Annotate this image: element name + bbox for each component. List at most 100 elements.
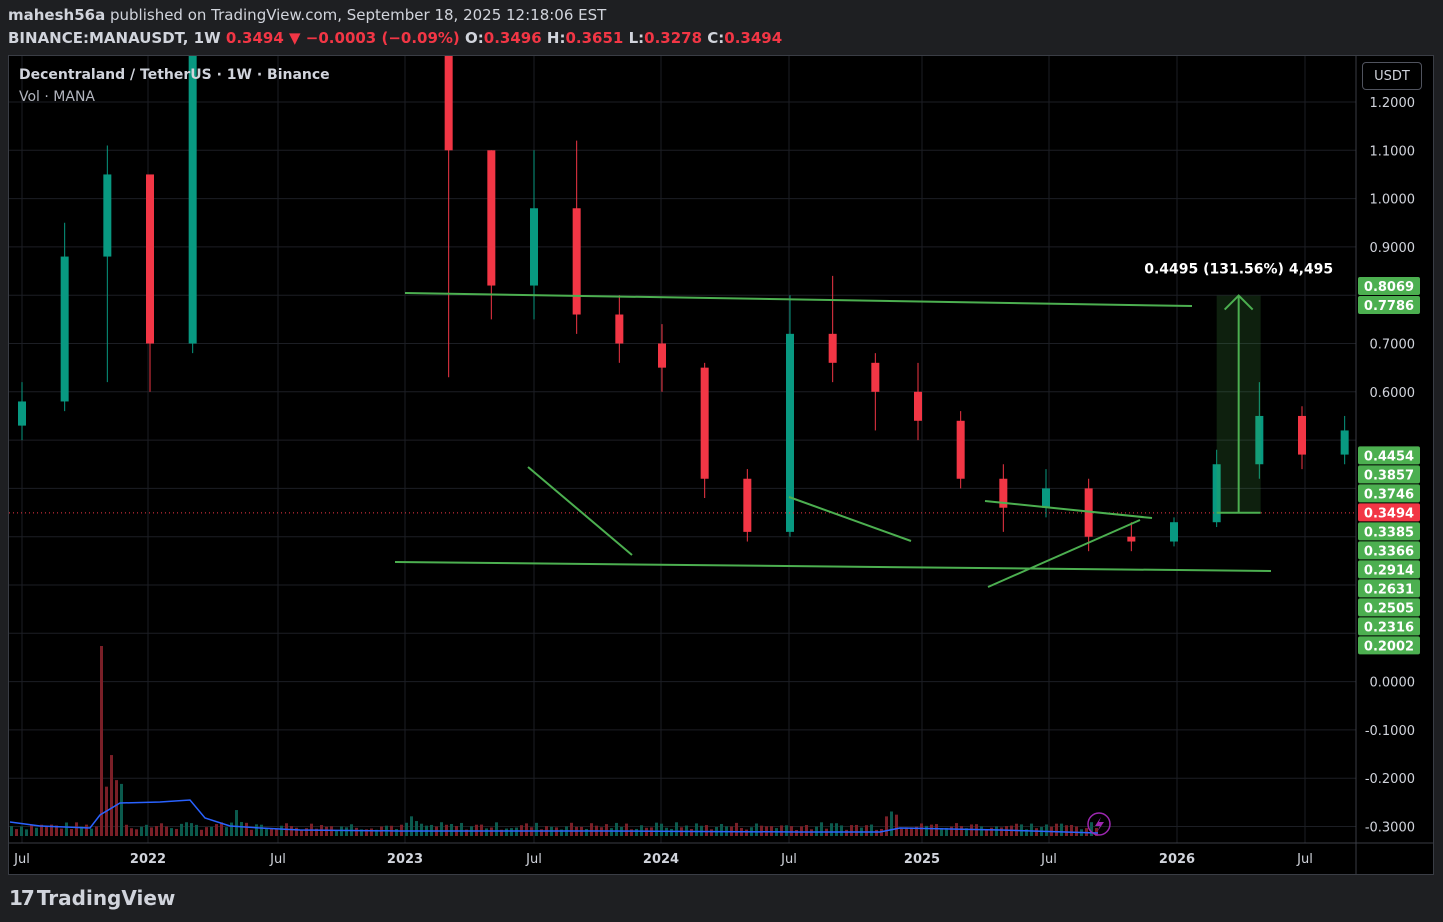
volume-bar bbox=[230, 822, 233, 836]
volume-bar bbox=[115, 780, 118, 836]
volume-bar bbox=[585, 828, 588, 836]
volume-bar bbox=[25, 829, 28, 836]
volume-bar bbox=[960, 826, 963, 836]
volume-bar bbox=[800, 826, 803, 836]
wedge-trendline-2 bbox=[788, 496, 912, 542]
grid-lines bbox=[9, 56, 1356, 843]
volume-bar bbox=[670, 828, 673, 836]
volume-bar bbox=[805, 825, 808, 836]
volume-bar bbox=[65, 822, 68, 836]
volume-bar bbox=[290, 826, 293, 836]
volume-bar bbox=[925, 825, 928, 836]
volume-bar bbox=[1005, 826, 1008, 836]
volume-bar bbox=[225, 827, 228, 836]
price-tick-label: -0.1000 bbox=[1365, 724, 1415, 739]
price-chart[interactable]: 0.4495 (131.56%) 4,4950.4401 (130.00%) 4… bbox=[0, 0, 1443, 922]
price-tag-label: 0.2316 bbox=[1364, 620, 1414, 635]
volume-bar bbox=[180, 823, 183, 836]
volume-bar bbox=[20, 826, 23, 836]
volume-bar bbox=[45, 826, 48, 836]
candle-body bbox=[1340, 430, 1349, 455]
candle-body bbox=[18, 401, 26, 426]
volume-bar bbox=[210, 826, 213, 836]
volume-bar bbox=[90, 828, 93, 836]
volume-bar bbox=[495, 822, 498, 836]
volume-bar bbox=[835, 823, 838, 836]
volume-bar bbox=[605, 824, 608, 836]
volume-bar bbox=[135, 829, 138, 836]
candle-body bbox=[60, 256, 69, 402]
tradingview-logo[interactable]: 17 TradingView bbox=[9, 886, 175, 910]
volume-bar bbox=[170, 828, 173, 836]
volume-ma-line bbox=[9, 799, 1099, 834]
volume-bar bbox=[175, 828, 178, 836]
volume-bar bbox=[820, 822, 823, 836]
currency-button[interactable]: USDT bbox=[1362, 62, 1422, 90]
volume-bar bbox=[85, 824, 88, 836]
price-tag-label: 0.3746 bbox=[1364, 487, 1414, 502]
time-tick-label: 2023 bbox=[387, 852, 423, 867]
volume-bar bbox=[125, 824, 128, 836]
volume-legend[interactable]: Vol · MANA bbox=[19, 89, 95, 105]
brand-name: TradingView bbox=[36, 886, 176, 910]
candle-body bbox=[700, 367, 709, 479]
volume-bar bbox=[295, 827, 298, 836]
volume-bar bbox=[885, 816, 888, 836]
volume-bar bbox=[515, 827, 518, 836]
volume-bar bbox=[195, 824, 198, 836]
volume-bar bbox=[60, 828, 63, 836]
price-tick-label: -0.3000 bbox=[1365, 821, 1415, 836]
volume-bar bbox=[1065, 825, 1068, 836]
volume-bar bbox=[395, 829, 398, 836]
wedge-trendline-1 bbox=[527, 466, 633, 556]
volume-bar bbox=[1035, 828, 1038, 836]
volume-bar bbox=[695, 823, 698, 836]
volume-bar bbox=[590, 823, 593, 836]
volume-bar bbox=[340, 826, 343, 836]
volume-bar bbox=[235, 810, 238, 836]
candle-body bbox=[572, 208, 581, 315]
plot-area: 0.4495 (131.56%) 4,4950.4401 (130.00%) 4… bbox=[9, 56, 1356, 836]
volume-bar bbox=[120, 783, 123, 836]
volume-bar bbox=[100, 646, 103, 836]
candle-body bbox=[914, 391, 922, 421]
volume-bar bbox=[980, 826, 983, 836]
volume-bar bbox=[410, 816, 413, 836]
volume-bar bbox=[345, 827, 348, 836]
volume-bar bbox=[1075, 826, 1078, 836]
candle-body bbox=[103, 174, 112, 257]
volume-bar bbox=[890, 811, 893, 836]
price-tag-label: 0.8069 bbox=[1364, 280, 1414, 295]
volume-bar bbox=[370, 828, 373, 836]
volume-bar bbox=[785, 825, 788, 836]
volume-bar bbox=[1055, 823, 1058, 836]
candle-body bbox=[615, 314, 624, 344]
volume-bar bbox=[690, 829, 693, 836]
volume-bar bbox=[570, 822, 573, 836]
volume-bar bbox=[255, 824, 258, 836]
volume-bar bbox=[1090, 822, 1093, 836]
triangle-upper-line bbox=[984, 500, 1153, 519]
volume-bar bbox=[145, 824, 148, 836]
volume-bar bbox=[215, 824, 218, 836]
time-tick-label: Jul bbox=[780, 852, 797, 867]
volume-bar bbox=[845, 829, 848, 836]
volume-bar bbox=[420, 823, 423, 836]
measure-label: 0.4495 (131.56%) 4,495 bbox=[1144, 262, 1333, 278]
volume-bar bbox=[450, 823, 453, 836]
volume-bar bbox=[275, 829, 278, 836]
price-tag-label: 0.3494 bbox=[1364, 506, 1414, 521]
chart-legend-title[interactable]: Decentraland / TetherUS · 1W · Binance bbox=[19, 67, 330, 83]
volume-bar bbox=[655, 822, 658, 836]
price-tick-label: 1.1000 bbox=[1370, 144, 1416, 159]
volume-bar bbox=[735, 822, 738, 836]
volume-bar bbox=[535, 822, 538, 836]
time-tick-label: 2024 bbox=[643, 852, 679, 867]
volume-bar bbox=[895, 814, 898, 836]
volume-bar bbox=[75, 822, 78, 836]
volume-bar bbox=[870, 824, 873, 836]
candle-body bbox=[956, 420, 965, 479]
candle-body bbox=[188, 56, 197, 344]
volume-bar bbox=[355, 827, 358, 836]
volume-bar bbox=[265, 828, 268, 836]
